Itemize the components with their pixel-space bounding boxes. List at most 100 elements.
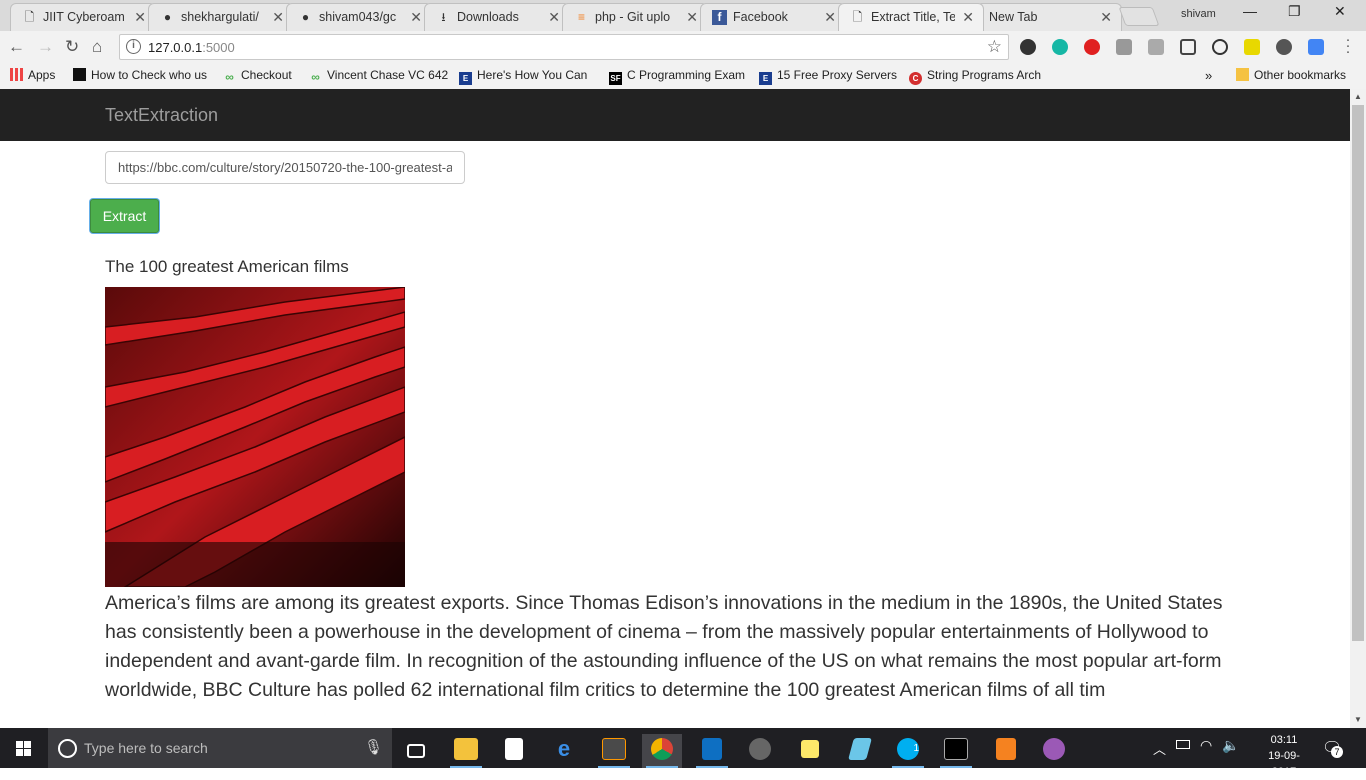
back-icon[interactable]: ← bbox=[8, 37, 25, 57]
skype-icon[interactable]: 1 bbox=[888, 734, 928, 768]
github-icon: ● bbox=[163, 10, 172, 24]
window-close-icon[interactable]: ✕ bbox=[1334, 3, 1346, 20]
tab-jiit-cyberoam[interactable]: 🗋 JIIT Cyberoam ✕ bbox=[10, 3, 156, 31]
opera-extension-icon[interactable] bbox=[1084, 39, 1100, 55]
app-icon[interactable] bbox=[1034, 734, 1074, 768]
bookmark-star-icon[interactable]: ☆ bbox=[987, 37, 1002, 57]
bookmark-site-icon: C bbox=[909, 72, 922, 85]
translate-icon[interactable] bbox=[1308, 39, 1324, 55]
bookmark-item[interactable]: How to Check who us bbox=[73, 68, 211, 82]
search-placeholder: Type here to search bbox=[84, 740, 208, 756]
edge-icon[interactable]: e bbox=[544, 734, 584, 768]
page-scrollbar[interactable]: ▲ ▼ bbox=[1350, 89, 1366, 728]
bookmark-item[interactable]: ∞ Vincent Chase VC 642 bbox=[309, 68, 449, 84]
github-icon: ● bbox=[301, 10, 310, 24]
download-icon: ⭳ bbox=[441, 10, 446, 24]
tab-shivam043[interactable]: ● shivam043/gc ✕ bbox=[286, 3, 432, 31]
file-explorer-icon[interactable] bbox=[446, 734, 486, 768]
windows-logo-icon bbox=[16, 741, 31, 756]
wifi-icon[interactable]: ◠ bbox=[1200, 737, 1212, 754]
extension-icon[interactable] bbox=[1212, 39, 1228, 55]
scroll-up-icon[interactable]: ▲ bbox=[1354, 92, 1362, 101]
windows-taskbar: Type here to search 🎙 e 1 ︿ ◠ 🔈 03:11 19… bbox=[0, 728, 1366, 778]
close-icon[interactable]: ✕ bbox=[686, 9, 698, 26]
url-port: :5000 bbox=[202, 40, 235, 55]
notification-count: 7 bbox=[1331, 746, 1343, 758]
tab-shekhargulati[interactable]: ● shekhargulati/ ✕ bbox=[148, 3, 294, 31]
minimize-icon[interactable]: — bbox=[1243, 3, 1257, 19]
sticky-notes-icon[interactable] bbox=[790, 734, 830, 768]
vscode-icon[interactable] bbox=[692, 734, 732, 768]
bookmark-item[interactable]: E 15 Free Proxy Servers bbox=[759, 68, 897, 85]
close-icon[interactable]: ✕ bbox=[134, 9, 146, 26]
tab-php-git[interactable]: ≡ php - Git uplo ✕ bbox=[562, 3, 708, 31]
cortana-icon bbox=[58, 739, 77, 758]
article-title: The 100 greatest American films bbox=[105, 257, 349, 276]
forward-icon[interactable]: → bbox=[37, 37, 54, 57]
start-button[interactable] bbox=[0, 728, 48, 768]
bookmark-site-icon: ∞ bbox=[225, 70, 234, 84]
tab-extract-title[interactable]: 🗋 Extract Title, Te ✕ bbox=[838, 3, 984, 31]
bookmark-item[interactable]: ∞ Checkout bbox=[223, 68, 291, 84]
app-navbar: TextExtraction bbox=[0, 89, 1350, 141]
tab-new-tab[interactable]: New Tab ✕ bbox=[976, 3, 1122, 31]
close-icon[interactable]: ✕ bbox=[1100, 9, 1112, 26]
new-tab-button[interactable] bbox=[1118, 7, 1160, 26]
app-brand[interactable]: TextExtraction bbox=[105, 105, 218, 126]
scroll-thumb[interactable] bbox=[1352, 105, 1364, 641]
close-icon[interactable]: ✕ bbox=[824, 9, 836, 26]
chevron-up-icon[interactable]: ︿ bbox=[1153, 739, 1166, 758]
restore-icon[interactable]: ❐ bbox=[1288, 3, 1301, 20]
close-icon[interactable]: ✕ bbox=[962, 9, 974, 26]
bookmark-item[interactable]: E Here's How You Can bbox=[459, 68, 597, 85]
taskbar-search[interactable]: Type here to search 🎙 bbox=[48, 728, 392, 768]
extension-icon[interactable] bbox=[1180, 39, 1196, 55]
bookmark-item[interactable]: C String Programs Arch bbox=[909, 68, 1047, 85]
extension-icon[interactable] bbox=[1052, 39, 1068, 55]
tab-strip: 🗋 JIIT Cyberoam ✕ ● shekhargulati/ ✕ ● s… bbox=[0, 0, 1366, 31]
efy-icon: E bbox=[459, 72, 472, 85]
profile-name[interactable]: shivam bbox=[1181, 8, 1216, 20]
reload-icon[interactable]: ↻ bbox=[65, 37, 79, 57]
volume-icon[interactable]: 🔈 bbox=[1222, 737, 1239, 754]
bookmark-site-icon bbox=[73, 68, 86, 81]
url-input[interactable] bbox=[105, 151, 465, 184]
chrome-icon[interactable] bbox=[642, 734, 682, 768]
close-icon[interactable]: ✕ bbox=[410, 9, 422, 26]
menu-icon[interactable]: · · · bbox=[1344, 32, 1352, 59]
scroll-down-icon[interactable]: ▼ bbox=[1354, 715, 1362, 724]
address-bar[interactable]: i 127.0.0.1:5000 ☆ bbox=[119, 34, 1009, 60]
home-icon[interactable]: ⌂ bbox=[92, 37, 102, 57]
microphone-icon[interactable]: 🎙 bbox=[364, 738, 383, 756]
app-icon[interactable] bbox=[840, 734, 880, 768]
notification-center-icon[interactable]: 🗨7 bbox=[1322, 738, 1343, 758]
close-icon[interactable]: ✕ bbox=[272, 9, 284, 26]
url-host: 127.0.0.1 bbox=[148, 40, 203, 55]
browser-chrome: 🗋 JIIT Cyberoam ✕ ● shekhargulati/ ✕ ● s… bbox=[0, 0, 1366, 89]
page-content: TextExtraction Extract The 100 greatest … bbox=[0, 89, 1350, 728]
bookmarks-bar: Apps How to Check who us ∞ Checkout ∞ Vinc… bbox=[0, 63, 1366, 88]
extension-icon[interactable] bbox=[1276, 39, 1292, 55]
bookmark-item[interactable]: SF C Programming Exam bbox=[609, 68, 747, 85]
extension-icon[interactable] bbox=[1116, 39, 1132, 55]
tab-facebook[interactable]: f Facebook ✕ bbox=[700, 3, 846, 31]
other-bookmarks[interactable]: Other bookmarks bbox=[1236, 68, 1346, 82]
media-player-icon[interactable] bbox=[986, 734, 1026, 768]
tab-downloads[interactable]: ⭳ Downloads ✕ bbox=[424, 3, 570, 31]
terminal-icon[interactable] bbox=[936, 734, 976, 768]
battery-icon[interactable] bbox=[1176, 740, 1190, 749]
sublime-icon[interactable] bbox=[594, 734, 634, 768]
stackoverflow-icon: ≡ bbox=[577, 10, 585, 24]
extension-icon[interactable] bbox=[1148, 39, 1164, 55]
extension-icon[interactable] bbox=[1244, 39, 1260, 55]
app-icon[interactable] bbox=[740, 734, 780, 768]
system-clock[interactable]: 03:11 19-09-2017 bbox=[1258, 732, 1310, 780]
bookmarks-overflow[interactable]: » bbox=[1205, 68, 1212, 83]
close-icon[interactable]: ✕ bbox=[548, 9, 560, 26]
store-icon[interactable] bbox=[494, 734, 534, 768]
extract-button[interactable]: Extract bbox=[90, 199, 159, 233]
extension-icon[interactable] bbox=[1020, 39, 1036, 55]
task-view-icon[interactable] bbox=[396, 734, 436, 768]
info-icon[interactable]: i bbox=[126, 39, 141, 54]
bookmark-apps[interactable]: Apps bbox=[10, 68, 55, 82]
